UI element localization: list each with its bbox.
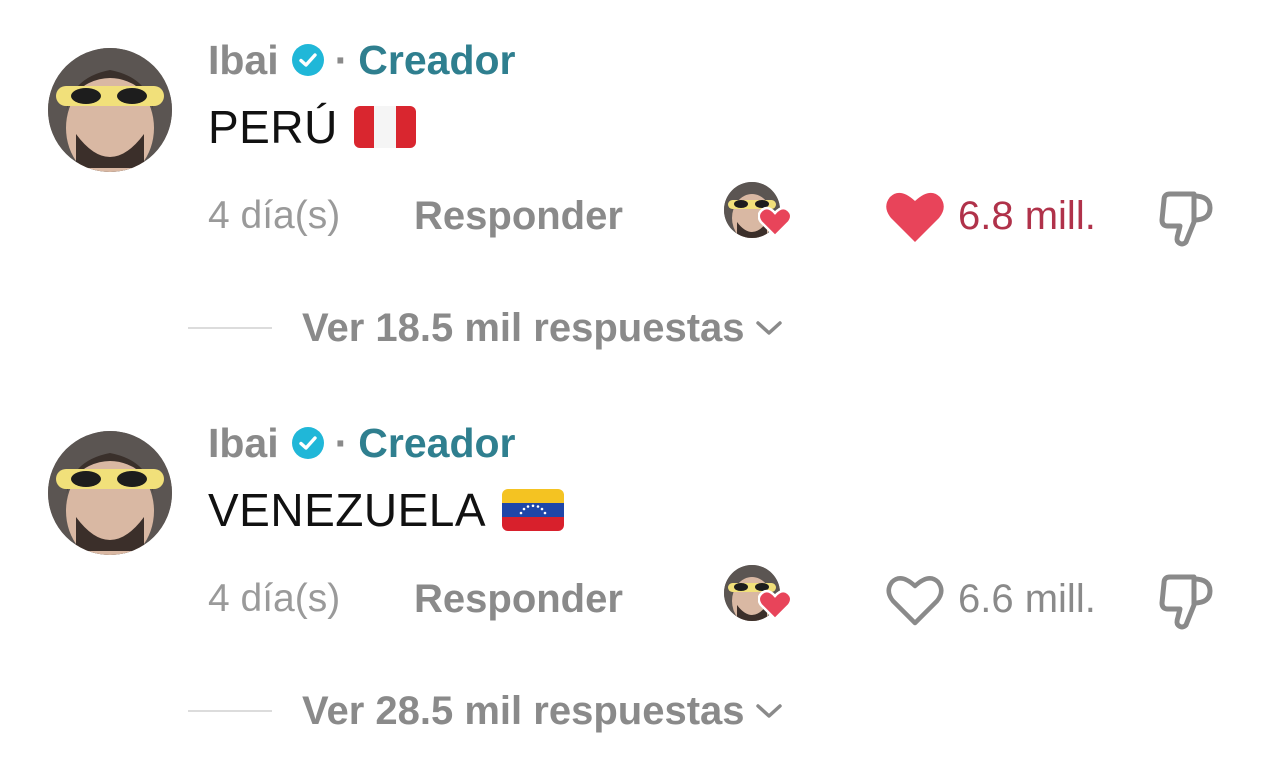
like-count: 6.8 mill. — [958, 193, 1096, 238]
venezuela-flag-icon — [502, 489, 565, 531]
separator-dot: · — [334, 419, 349, 466]
heart-icon — [758, 589, 792, 621]
like-count: 6.6 mill. — [958, 576, 1096, 621]
chevron-down-icon — [755, 701, 783, 721]
comment-text: VENEZUELA — [208, 483, 565, 537]
reply-button[interactable]: Responder — [414, 188, 623, 244]
verified-badge-icon — [291, 426, 325, 460]
comment-header: Ibai · Creador — [208, 419, 516, 467]
comment-body: PERÚ — [208, 101, 338, 153]
divider — [188, 327, 272, 329]
comment-time: 4 día(s) — [208, 194, 341, 237]
chevron-down-icon — [755, 318, 783, 338]
verified-badge-icon — [291, 43, 325, 77]
dislike-button[interactable] — [1156, 571, 1218, 631]
view-replies-label[interactable]: Ver 18.5 mil respuestas — [302, 306, 745, 351]
comment-text: PERÚ — [208, 100, 416, 154]
view-replies[interactable]: Ver 18.5 mil respuestas — [188, 300, 783, 356]
separator-dot: · — [334, 36, 349, 83]
comment-time: 4 día(s) — [208, 577, 341, 620]
avatar-image — [48, 48, 172, 172]
comment-item: Ibai · Creador VENEZUELA 4 día(s) Respon… — [0, 383, 1264, 766]
comment-header: Ibai · Creador — [208, 36, 516, 84]
avatar[interactable] — [48, 431, 172, 555]
username[interactable]: Ibai — [208, 420, 279, 467]
like-button[interactable]: 6.6 mill. — [884, 571, 1096, 627]
heart-outline-icon — [884, 571, 946, 627]
heart-icon — [884, 188, 946, 244]
avatar-image — [48, 431, 172, 555]
comment-item: Ibai · Creador PERÚ 4 día(s) Responder 6… — [0, 0, 1264, 383]
creator-label: Creador — [358, 419, 516, 466]
heart-icon — [758, 206, 792, 238]
dislike-button[interactable] — [1156, 188, 1218, 248]
like-button[interactable]: 6.8 mill. — [884, 188, 1096, 244]
avatar[interactable] — [48, 48, 172, 172]
view-replies[interactable]: Ver 28.5 mil respuestas — [188, 683, 783, 739]
divider — [188, 710, 272, 712]
peru-flag-icon — [353, 106, 416, 148]
reply-button[interactable]: Responder — [414, 571, 623, 627]
thumbs-down-icon — [1159, 574, 1213, 630]
creator-liked-indicator — [722, 565, 794, 627]
view-replies-label[interactable]: Ver 28.5 mil respuestas — [302, 689, 745, 734]
thumbs-down-icon — [1159, 191, 1213, 247]
creator-liked-indicator — [722, 182, 794, 244]
comment-body: VENEZUELA — [208, 484, 487, 536]
creator-label: Creador — [358, 36, 516, 83]
username[interactable]: Ibai — [208, 37, 279, 84]
